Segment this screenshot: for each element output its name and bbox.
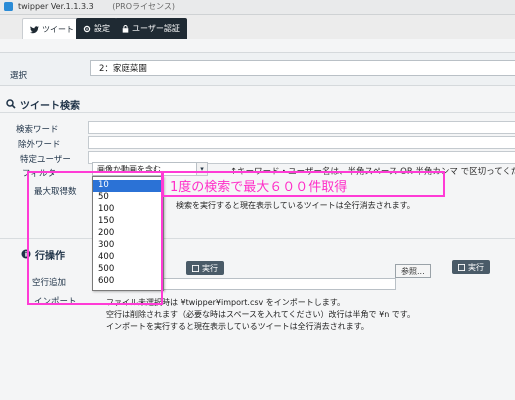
exclude-label: 除外ワード (18, 140, 61, 150)
twitter-bird-icon (30, 25, 39, 33)
browse-button-label: 参照... (401, 266, 425, 276)
gear-icon (83, 25, 91, 32)
title-bar: twipper Ver.1.1.3.3 (PROライセンス) (0, 0, 515, 15)
app-window: twipper Ver.1.1.3.3 (PROライセンス) ツイート 設定 ユ… (0, 0, 515, 400)
add-row-execute-label: 実行 (202, 263, 218, 273)
license-edition: (PROライセンス) (112, 2, 175, 11)
tab-settings-label: 設定 (94, 24, 110, 33)
user-label: 特定ユーザー (20, 155, 71, 165)
import-execute-button[interactable]: 実行 (452, 260, 490, 274)
tab-settings[interactable]: 設定 (76, 18, 117, 39)
execute-icon (192, 264, 199, 272)
search-execute-note: 検索を実行すると現在表示しているツイートは全行消去されます。 (176, 201, 415, 210)
keyword-input[interactable] (88, 121, 515, 134)
tab-tweet[interactable]: ツイート (22, 18, 82, 40)
window-title: twipper Ver.1.1.3.3 (PROライセンス) (18, 1, 175, 12)
annotation-text: 1度の検索で最大６００件取得 (170, 180, 348, 195)
annotation-highlight-box (27, 171, 163, 305)
execute-icon (458, 263, 465, 271)
tab-bar: ツイート 設定 ユーザー認証 (0, 15, 515, 40)
search-section-divider (0, 112, 515, 113)
search-section-title: ツイート検索 (20, 101, 80, 112)
exclude-input[interactable] (88, 136, 515, 149)
add-row-execute-button[interactable]: 実行 (186, 261, 224, 275)
import-note-3: インポートを実行すると現在表示しているツイートは全行消去されます。 (106, 322, 369, 331)
annotation-callout: 1度の検索で最大６００件取得 (162, 171, 445, 197)
app-logo-icon (4, 2, 13, 11)
import-execute-label: 実行 (468, 262, 484, 272)
selection-label: 選択 (10, 71, 28, 81)
selection-value: 2：家庭菜園 (99, 64, 147, 74)
tab-user-auth[interactable]: ユーザー認証 (115, 18, 187, 39)
keyword-label: 検索ワード (16, 125, 59, 135)
import-note-2: 空行は削除されます（必要な時はスペースを入れてください）改行は半角で ¥n です… (106, 310, 416, 319)
selection-dropdown[interactable]: 2：家庭菜園 (90, 60, 515, 76)
search-icon (6, 99, 16, 109)
window-title-text: twipper Ver.1.1.3.3 (18, 2, 94, 11)
browse-button[interactable]: 参照... (395, 264, 431, 278)
tab-user-auth-label: ユーザー認証 (132, 24, 180, 33)
lock-icon (122, 24, 129, 33)
tab-tweet-label: ツイート (42, 25, 74, 34)
